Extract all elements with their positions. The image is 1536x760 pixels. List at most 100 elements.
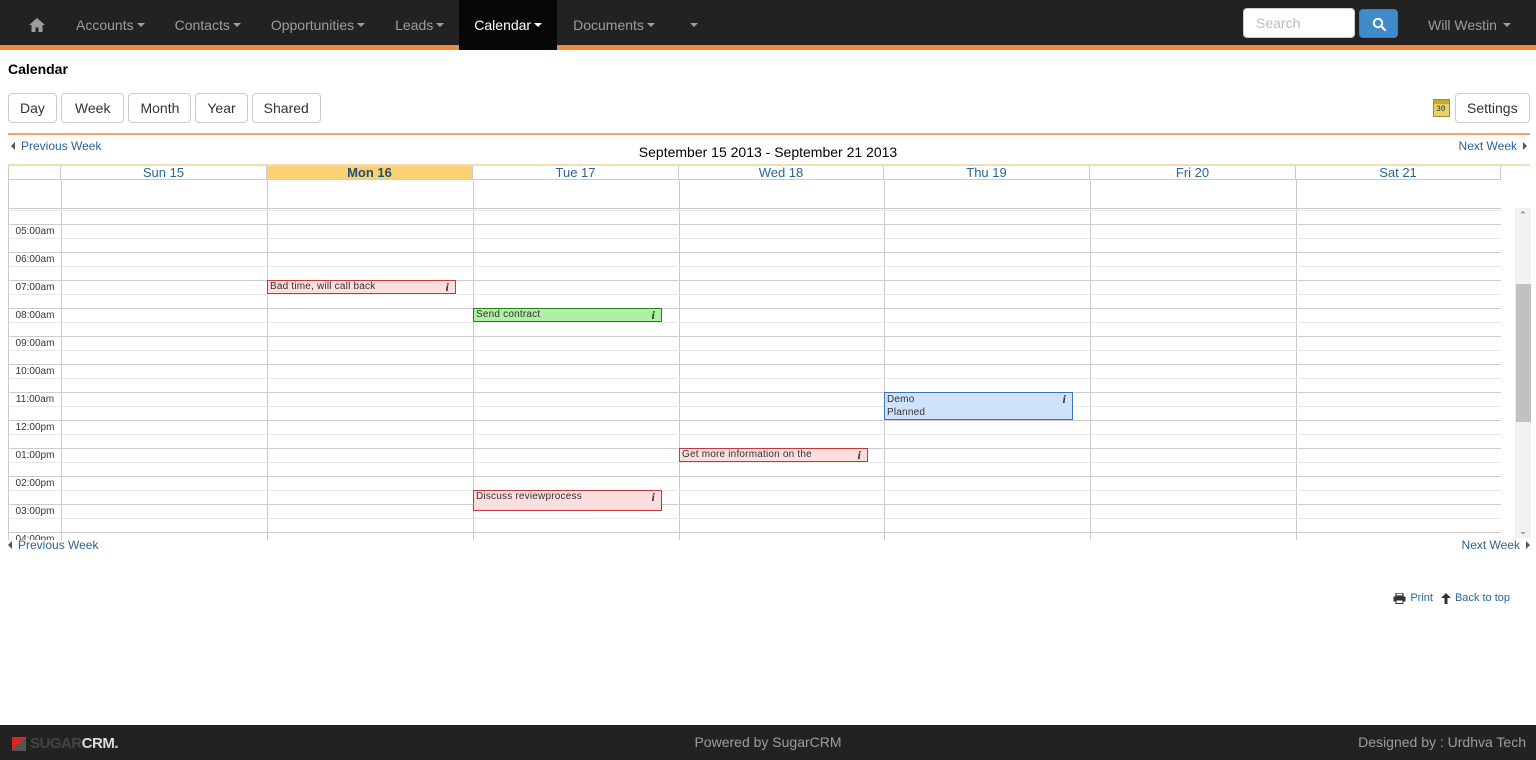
hour-line <box>9 280 1501 281</box>
event-title: Bad time, will call back <box>270 281 376 292</box>
month-view-button[interactable]: Month <box>128 93 192 123</box>
column-divider <box>1296 180 1297 540</box>
day-header[interactable]: Fri 20 <box>1090 166 1296 180</box>
nav-accounts[interactable]: Accounts <box>64 0 157 50</box>
time-slot-label: 05:00am <box>15 226 55 237</box>
day-view-button[interactable]: Day <box>8 93 57 123</box>
caret-right-icon <box>1526 541 1530 549</box>
designed-by-text: Designed by : Urdhva Tech <box>1358 734 1526 750</box>
search-button[interactable] <box>1359 9 1398 38</box>
nav-more-dropdown[interactable] <box>673 0 713 50</box>
view-buttons: Day Week Month Year Shared <box>8 93 321 123</box>
calendar-icon[interactable]: 30 <box>1433 99 1450 117</box>
next-week-link-top[interactable]: Next Week <box>1459 139 1527 153</box>
nav-documents[interactable]: Documents <box>561 0 667 50</box>
search-icon <box>1372 17 1386 31</box>
calendar-event[interactable]: Send contract i <box>473 308 662 322</box>
time-slot-label: 02:00pm <box>15 478 55 489</box>
half-hour-line <box>9 378 1501 379</box>
nav-calendar[interactable]: Calendar <box>459 0 558 50</box>
grid-scrollbar[interactable]: ⌃ ⌄ <box>1515 208 1531 538</box>
info-icon[interactable]: i <box>857 449 861 461</box>
half-hour-line <box>9 434 1501 435</box>
time-slot-label: 12:00pm <box>15 422 55 433</box>
year-view-button[interactable]: Year <box>195 93 248 123</box>
column-divider <box>473 180 474 540</box>
nav-calendar-label: Calendar <box>474 17 532 33</box>
time-slot-label: 09:00am <box>15 338 55 349</box>
week-view-button[interactable]: Week <box>60 93 125 123</box>
time-slot-label: 11:00am <box>15 394 55 405</box>
chevron-down-icon <box>232 23 241 27</box>
print-link[interactable]: Print <box>1393 592 1433 604</box>
footer: SUGARCRM. Powered by SugarCRM Designed b… <box>0 725 1536 760</box>
calendar-event[interactable]: Discuss reviewprocess i <box>473 490 662 511</box>
hour-line <box>9 476 1501 477</box>
day-header-row: Sun 15 Mon 16 Tue 17 Wed 18 Thu 19 Fri 20 Sat … <box>9 166 1501 180</box>
day-header[interactable]: Tue 17 <box>473 166 679 180</box>
time-slot-label: 08:00am <box>15 310 55 321</box>
previous-week-label: Previous Week <box>18 538 99 552</box>
time-slot-label: 07:00am <box>15 282 55 293</box>
chevron-down-icon <box>357 23 366 27</box>
all-day-divider <box>9 208 1501 209</box>
search-input[interactable] <box>1243 8 1355 38</box>
half-hour-line <box>9 238 1501 239</box>
day-header[interactable]: Sat 21 <box>1296 166 1501 180</box>
info-icon[interactable]: i <box>1062 393 1066 406</box>
hour-line <box>9 336 1501 337</box>
calendar-event[interactable]: Demo Planned i <box>884 392 1073 420</box>
week-calendar-grid: Sun 15 Mon 16 Tue 17 Wed 18 Thu 19 Fri 20 Sat … <box>8 166 1501 540</box>
scroll-up-icon[interactable]: ⌃ <box>1515 208 1531 222</box>
chevron-down-icon <box>436 23 445 27</box>
chevron-down-icon <box>690 23 699 27</box>
settings-button[interactable]: Settings <box>1455 93 1530 123</box>
caret-left-icon <box>8 541 12 549</box>
home-button[interactable] <box>18 0 56 50</box>
next-week-label: Next Week <box>1461 538 1520 552</box>
hour-line <box>9 364 1501 365</box>
hour-line <box>9 308 1501 309</box>
caret-right-icon <box>1523 142 1527 150</box>
info-icon[interactable]: i <box>651 309 655 321</box>
event-status: Planned <box>887 407 926 418</box>
calendar-event[interactable]: Bad time, will call back i <box>267 280 456 294</box>
half-hour-line <box>9 266 1501 267</box>
day-header[interactable]: Sun 15 <box>61 166 267 180</box>
nav-leads[interactable]: Leads <box>383 0 456 50</box>
info-icon[interactable]: i <box>651 491 655 503</box>
previous-week-link-bottom[interactable]: Previous Week <box>8 538 98 552</box>
arrow-up-icon <box>1440 592 1451 604</box>
nav-contacts[interactable]: Contacts <box>163 0 253 50</box>
module-menu: Accounts Contacts Opportunities Leads Ca… <box>64 0 713 50</box>
column-divider <box>61 180 62 540</box>
day-header[interactable]: Thu 19 <box>884 166 1090 180</box>
next-week-link-bottom[interactable]: Next Week <box>1462 538 1530 552</box>
back-to-top-label: Back to top <box>1454 592 1510 604</box>
event-title: Send contract <box>476 309 541 320</box>
calendar-icon-label: 30 <box>1436 105 1446 114</box>
half-hour-line <box>9 490 1501 491</box>
nav-opportunities-label: Opportunities <box>270 17 355 33</box>
scroll-thumb[interactable] <box>1516 284 1531 422</box>
scroll-down-icon[interactable]: ⌄ <box>1515 524 1531 538</box>
chevron-down-icon <box>136 23 145 27</box>
next-week-label: Next Week <box>1458 139 1517 153</box>
time-slot-label: 10:00am <box>15 366 55 377</box>
nav-accounts-label: Accounts <box>76 17 134 33</box>
chevron-down-icon <box>534 23 543 27</box>
half-hour-line <box>9 518 1501 519</box>
half-hour-line <box>9 350 1501 351</box>
back-to-top-link[interactable]: Back to top <box>1440 592 1510 604</box>
nav-opportunities[interactable]: Opportunities <box>259 0 377 50</box>
hour-line <box>9 224 1501 225</box>
shared-view-button[interactable]: Shared <box>251 93 321 123</box>
time-slot-label: 01:00pm <box>15 450 55 461</box>
day-header[interactable]: Wed 18 <box>679 166 884 180</box>
day-header[interactable]: Mon 16 <box>267 166 473 180</box>
info-icon[interactable]: i <box>445 281 449 293</box>
event-title: Get more information on the <box>682 449 812 460</box>
printer-icon <box>1393 592 1406 604</box>
user-menu[interactable]: Will Westin <box>1428 0 1511 50</box>
calendar-event[interactable]: Get more information on the i <box>679 448 868 462</box>
